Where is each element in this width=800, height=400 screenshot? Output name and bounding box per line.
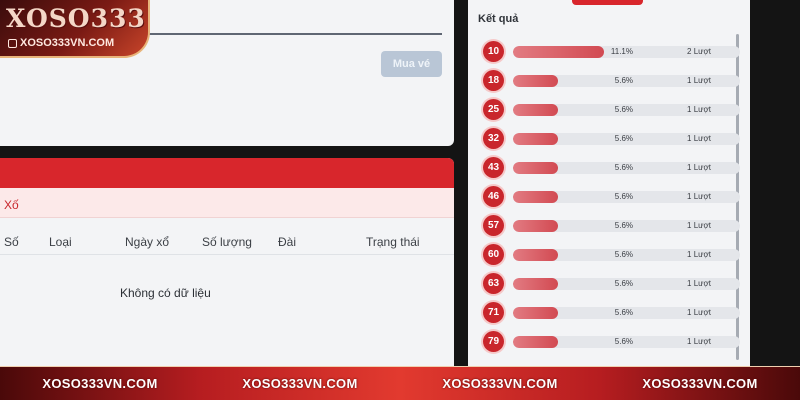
draw-count: 1 Lượt xyxy=(687,163,711,172)
frequency-percent: 5.6% xyxy=(614,221,633,230)
frequency-percent: 5.6% xyxy=(614,134,633,143)
result-row: 79 5.6% 1 Lượt xyxy=(483,330,740,352)
frequency-bar-fill xyxy=(513,162,559,174)
number-ball: 57 xyxy=(483,215,504,236)
column-header-quantity: Số lượng xyxy=(202,235,252,249)
input-underline[interactable] xyxy=(130,33,442,35)
frequency-percent: 5.6% xyxy=(614,279,633,288)
number-ball: 46 xyxy=(483,186,504,207)
result-row: 57 5.6% 1 Lượt xyxy=(483,214,740,236)
number-ball: 79 xyxy=(483,331,504,352)
frequency-bar-fill xyxy=(513,307,559,319)
result-row: 18 5.6% 1 Lượt xyxy=(483,69,740,91)
draw-count: 1 Lượt xyxy=(687,250,711,259)
logo-subtitle-text: XOSO333VN.COM xyxy=(20,37,115,49)
frequency-bar-fill xyxy=(513,249,559,261)
number-ball: 25 xyxy=(483,99,504,120)
frequency-percent: 5.6% xyxy=(614,308,633,317)
column-header-draw-date: Ngày xổ xyxy=(125,235,170,249)
result-row: 46 5.6% 1 Lượt xyxy=(483,185,740,207)
frequency-percent: 11.1% xyxy=(610,47,633,56)
frequency-bar-fill xyxy=(513,336,559,348)
frequency-percent: 5.6% xyxy=(614,105,633,114)
draw-count: 1 Lượt xyxy=(687,105,711,114)
result-row: 10 11.1% 2 Lượt xyxy=(483,40,740,62)
frequency-bar-fill xyxy=(513,278,559,290)
frequency-bar-fill xyxy=(513,191,559,203)
banner-link[interactable]: XOSO333VN.COM xyxy=(442,376,557,391)
draw-count: 1 Lượt xyxy=(687,192,711,201)
number-ball: 63 xyxy=(483,273,504,294)
number-ball: 10 xyxy=(483,41,504,62)
site-logo[interactable]: XOSO333 XOSO333VN.COM xyxy=(0,0,150,58)
column-header-number: Số xyxy=(4,235,19,249)
frequency-bar-fill xyxy=(513,133,559,145)
buy-ticket-button[interactable]: Mua vé xyxy=(381,51,442,77)
result-row: 25 5.6% 1 Lượt xyxy=(483,98,740,120)
frequency-percent: 5.6% xyxy=(614,76,633,85)
results-title: Kết quả xyxy=(478,13,519,25)
number-ball: 43 xyxy=(483,157,504,178)
results-tab-indicator[interactable] xyxy=(572,0,643,5)
result-row: 43 5.6% 1 Lượt xyxy=(483,156,740,178)
draw-count: 1 Lượt xyxy=(687,337,711,346)
result-row: 71 5.6% 1 Lượt xyxy=(483,301,740,323)
frequency-bar-fill xyxy=(513,104,559,116)
history-panel: Xố Số Loại Ngày xổ Số lượng Đài Trạng th… xyxy=(0,158,454,368)
history-filter-label: Xố xyxy=(4,198,19,212)
result-row: 32 5.6% 1 Lượt xyxy=(483,127,740,149)
frequency-percent: 5.6% xyxy=(614,163,633,172)
ticket-icon xyxy=(8,38,17,48)
number-ball: 18 xyxy=(483,70,504,91)
draw-count: 2 Lượt xyxy=(687,47,711,56)
footer-banner: XOSO333VN.COM XOSO333VN.COM XOSO333VN.CO… xyxy=(0,366,800,400)
empty-state-text: Không có dữ liệu xyxy=(120,286,211,300)
history-header-bar xyxy=(0,158,454,188)
logo-title: XOSO333 xyxy=(6,4,146,33)
number-ball: 71 xyxy=(483,302,504,323)
results-panel: Kết quả 10 11.1% 2 Lượt 18 5.6% 1 Lượt 25 5.6% 1… xyxy=(468,0,750,366)
number-ball: 60 xyxy=(483,244,504,265)
banner-link[interactable]: XOSO333VN.COM xyxy=(242,376,357,391)
history-filter-bar[interactable]: Xố xyxy=(0,188,454,218)
column-header-type: Loại xyxy=(49,235,72,249)
draw-count: 1 Lượt xyxy=(687,279,711,288)
draw-count: 1 Lượt xyxy=(687,308,711,317)
result-row: 63 5.6% 1 Lượt xyxy=(483,272,740,294)
frequency-bar-fill xyxy=(513,46,604,58)
frequency-percent: 5.6% xyxy=(614,337,633,346)
frequency-bar-fill xyxy=(513,220,559,232)
result-row: 60 5.6% 1 Lượt xyxy=(483,243,740,265)
column-header-station: Đài xyxy=(278,235,297,249)
draw-count: 1 Lượt xyxy=(687,76,711,85)
history-table-header: Số Loại Ngày xổ Số lượng Đài Trạng thái xyxy=(0,231,454,255)
frequency-percent: 5.6% xyxy=(614,192,633,201)
logo-subtitle: XOSO333VN.COM xyxy=(8,37,114,49)
frequency-percent: 5.6% xyxy=(614,250,633,259)
draw-count: 1 Lượt xyxy=(687,134,711,143)
banner-link[interactable]: XOSO333VN.COM xyxy=(42,376,157,391)
frequency-bar-fill xyxy=(513,75,559,87)
column-header-status: Trạng thái xyxy=(366,235,420,249)
draw-count: 1 Lượt xyxy=(687,221,711,230)
number-ball: 32 xyxy=(483,128,504,149)
banner-link[interactable]: XOSO333VN.COM xyxy=(642,376,757,391)
